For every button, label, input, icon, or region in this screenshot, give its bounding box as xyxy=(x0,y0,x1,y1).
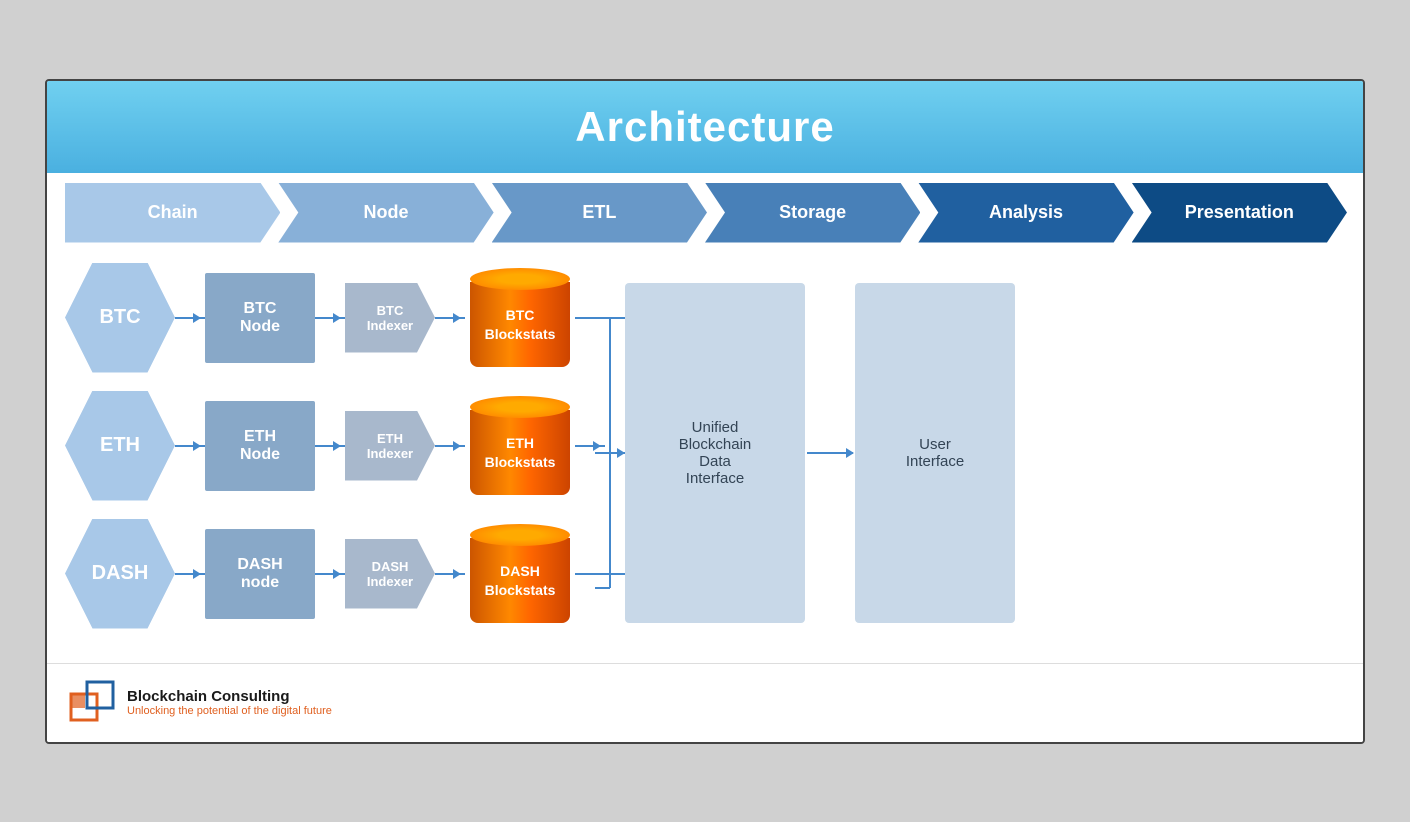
btc-node-cell: BTC Node xyxy=(205,273,315,363)
btc-hex-cell: BTC xyxy=(65,263,175,373)
main-content: BTC BTC Node BTC Indexer xyxy=(47,243,1363,663)
analysis-box: Unified Blockchain Data Interface xyxy=(625,283,805,623)
btc-cylinder: BTCBlockstats xyxy=(465,263,575,373)
dash-hex-cell: DASH xyxy=(65,519,175,629)
btc-indexer-cell: BTC Indexer xyxy=(345,283,435,353)
nav-analysis: Analysis xyxy=(918,183,1133,243)
presentation-box: User Interface xyxy=(855,283,1015,623)
btc-indexer: BTC Indexer xyxy=(345,283,435,353)
eth-node-cell: ETH Node xyxy=(205,401,315,491)
dash-storage-label: DASHBlockstats xyxy=(485,562,556,598)
title-bar: Architecture xyxy=(47,81,1363,173)
eth-hex: ETH xyxy=(65,391,175,501)
company-name: Blockchain Consulting xyxy=(127,688,332,705)
btc-storage-label: BTCBlockstats xyxy=(485,306,556,342)
nav-presentation: Presentation xyxy=(1132,183,1347,243)
eth-conn4 xyxy=(575,445,605,447)
footer: Blockchain Consulting Unlocking the pote… xyxy=(47,663,1363,742)
eth-conn2 xyxy=(315,445,345,447)
logo-text-box: Blockchain Consulting Unlocking the pote… xyxy=(127,688,332,717)
dash-indexer-cell: DASH Indexer xyxy=(345,539,435,609)
page-title: Architecture xyxy=(47,103,1363,151)
right-section: Unified Blockchain Data Interface User I… xyxy=(625,263,1345,643)
presentation-label: User Interface xyxy=(906,436,964,470)
dash-row: DASH DASH node DASH Indexer xyxy=(65,519,625,629)
eth-storage-label: ETHBlockstats xyxy=(485,434,556,470)
nav-storage: Storage xyxy=(705,183,920,243)
eth-cylinder: ETHBlockstats xyxy=(465,391,575,501)
dash-hex: DASH xyxy=(65,519,175,629)
btc-storage-cell: BTCBlockstats xyxy=(465,263,575,373)
nav-node: Node xyxy=(278,183,493,243)
flow-rows: BTC BTC Node BTC Indexer xyxy=(65,263,625,643)
logo-icon xyxy=(67,678,117,728)
btc-row: BTC BTC Node BTC Indexer xyxy=(65,263,625,373)
logo-box: Blockchain Consulting Unlocking the pote… xyxy=(67,678,332,728)
nav-etl: ETL xyxy=(492,183,707,243)
eth-indexer: ETH Indexer xyxy=(345,411,435,481)
eth-storage-cell: ETHBlockstats xyxy=(465,391,575,501)
dash-conn2 xyxy=(315,573,345,575)
eth-row: ETH ETH Node ETH Indexer xyxy=(65,391,625,501)
dash-node: DASH node xyxy=(205,529,315,619)
dash-cylinder: DASHBlockstats xyxy=(465,519,575,629)
btc-hex: BTC xyxy=(65,263,175,373)
bracket-svg xyxy=(595,263,625,643)
dash-conn3 xyxy=(435,573,465,575)
btc-conn3 xyxy=(435,317,465,319)
eth-hex-cell: ETH xyxy=(65,391,175,501)
btc-node: BTC Node xyxy=(205,273,315,363)
eth-node: ETH Node xyxy=(205,401,315,491)
eth-conn1 xyxy=(175,445,205,447)
dash-node-cell: DASH node xyxy=(205,529,315,619)
dash-storage-cell: DASHBlockstats xyxy=(465,519,575,629)
slide-container: Architecture Chain Node ETL Storage Anal… xyxy=(45,79,1365,744)
dash-conn1 xyxy=(175,573,205,575)
nav-chain: Chain xyxy=(65,183,280,243)
analysis-label: Unified Blockchain Data Interface xyxy=(679,419,752,487)
eth-indexer-cell: ETH Indexer xyxy=(345,411,435,481)
company-tagline: Unlocking the potential of the digital f… xyxy=(127,705,332,717)
analysis-to-pres-connector xyxy=(805,452,855,454)
eth-conn3 xyxy=(435,445,465,447)
dash-indexer: DASH Indexer xyxy=(345,539,435,609)
btc-conn1 xyxy=(175,317,205,319)
arrow-nav: Chain Node ETL Storage Analysis Presenta… xyxy=(47,173,1363,243)
btc-conn2 xyxy=(315,317,345,319)
